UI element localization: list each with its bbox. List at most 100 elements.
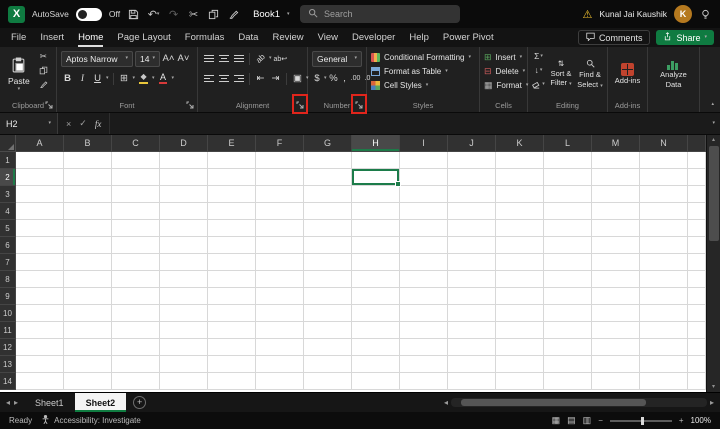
cell-G9[interactable]	[304, 288, 352, 305]
conditional-formatting-dropdown-icon[interactable]: ▾	[468, 55, 471, 60]
copy-button[interactable]	[37, 64, 50, 76]
decrease-indent-icon[interactable]: ⇤	[254, 71, 267, 86]
accounting-dropdown-icon[interactable]: ▾	[324, 76, 327, 81]
align-left-icon[interactable]	[202, 71, 215, 86]
undo-dropdown-icon[interactable]: ▾	[157, 12, 160, 17]
cell-H11[interactable]	[352, 322, 400, 339]
increase-decimal-button[interactable]: .00	[351, 71, 361, 86]
sheet-nav-left-icon[interactable]: ◂	[6, 398, 10, 407]
align-middle-icon[interactable]	[217, 51, 230, 66]
cell-E6[interactable]	[208, 237, 256, 254]
cell-G10[interactable]	[304, 305, 352, 322]
cell-H12[interactable]	[352, 339, 400, 356]
format-painter-button[interactable]	[37, 78, 50, 90]
font-color-button[interactable]: A	[157, 71, 170, 86]
sort-filter-button[interactable]: ⇅ Sort & Filter ▾	[548, 50, 574, 98]
cell-K1[interactable]	[496, 152, 544, 169]
copy-icon[interactable]	[207, 5, 220, 23]
cell-K12[interactable]	[496, 339, 544, 356]
cell-B13[interactable]	[64, 356, 112, 373]
sheet-nav-right-icon[interactable]: ▸	[14, 398, 18, 407]
cell-L6[interactable]	[544, 237, 592, 254]
formula-input[interactable]	[109, 113, 712, 134]
cell-A12[interactable]	[16, 339, 64, 356]
cell-N4[interactable]	[640, 203, 688, 220]
cell-H13[interactable]	[352, 356, 400, 373]
cell-J2[interactable]	[448, 169, 496, 186]
cell-I10[interactable]	[400, 305, 448, 322]
cell-M1[interactable]	[592, 152, 640, 169]
cell-A3[interactable]	[16, 186, 64, 203]
redo-icon[interactable]: ↷	[167, 5, 180, 23]
cell-C6[interactable]	[112, 237, 160, 254]
cell-F11[interactable]	[256, 322, 304, 339]
cell-D3[interactable]	[160, 186, 208, 203]
cell-D14[interactable]	[160, 373, 208, 390]
column-header-K[interactable]: K	[496, 135, 544, 152]
column-header-partial[interactable]	[688, 135, 706, 152]
column-header-E[interactable]: E	[208, 135, 256, 152]
cell-E8[interactable]	[208, 271, 256, 288]
cell-F7[interactable]	[256, 254, 304, 271]
cell-L14[interactable]	[544, 373, 592, 390]
borders-dropdown-icon[interactable]: ▾	[133, 76, 136, 81]
cell-N5[interactable]	[640, 220, 688, 237]
cell-K3[interactable]	[496, 186, 544, 203]
cell-I3[interactable]	[400, 186, 448, 203]
user-avatar[interactable]: K	[674, 5, 692, 23]
menu-tab-data[interactable]: Data	[231, 28, 265, 47]
cell-F4[interactable]	[256, 203, 304, 220]
cell-partial-4[interactable]	[688, 203, 706, 220]
cell-A4[interactable]	[16, 203, 64, 220]
column-header-G[interactable]: G	[304, 135, 352, 152]
cell-N8[interactable]	[640, 271, 688, 288]
cell-I14[interactable]	[400, 373, 448, 390]
cell-partial-8[interactable]	[688, 271, 706, 288]
cell-D10[interactable]	[160, 305, 208, 322]
font-dialog-launcher[interactable]	[186, 101, 194, 109]
cell-N13[interactable]	[640, 356, 688, 373]
align-bottom-icon[interactable]	[232, 51, 245, 66]
cell-A6[interactable]	[16, 237, 64, 254]
menu-tab-formulas[interactable]: Formulas	[178, 28, 232, 47]
cell-L9[interactable]	[544, 288, 592, 305]
cell-partial-14[interactable]	[688, 373, 706, 390]
italic-button[interactable]: I	[76, 71, 89, 86]
column-header-F[interactable]: F	[256, 135, 304, 152]
percent-style-button[interactable]: %	[329, 71, 339, 86]
cell-C9[interactable]	[112, 288, 160, 305]
cell-E5[interactable]	[208, 220, 256, 237]
cell-partial-7[interactable]	[688, 254, 706, 271]
cell-K13[interactable]	[496, 356, 544, 373]
name-box-dropdown-icon[interactable]: ▾	[48, 121, 51, 126]
cell-E9[interactable]	[208, 288, 256, 305]
cell-J1[interactable]	[448, 152, 496, 169]
cell-B1[interactable]	[64, 152, 112, 169]
cell-L4[interactable]	[544, 203, 592, 220]
cell-J8[interactable]	[448, 271, 496, 288]
row-header-11[interactable]: 11	[0, 322, 16, 339]
cancel-icon[interactable]: ×	[66, 119, 71, 129]
cell-B3[interactable]	[64, 186, 112, 203]
select-all-corner[interactable]	[0, 135, 16, 152]
name-box[interactable]: H2 ▾	[0, 113, 58, 134]
zoom-slider[interactable]	[610, 420, 672, 422]
column-header-H[interactable]: H	[352, 135, 400, 152]
insert-dropdown-icon[interactable]: ▾	[520, 55, 523, 60]
align-center-icon[interactable]	[217, 71, 230, 86]
cell-K9[interactable]	[496, 288, 544, 305]
cell-L5[interactable]	[544, 220, 592, 237]
row-header-1[interactable]: 1	[0, 152, 16, 169]
horizontal-scrollbar[interactable]: ◂ ▸	[438, 393, 720, 412]
insert-function-icon[interactable]: fx	[95, 119, 102, 129]
cell-N6[interactable]	[640, 237, 688, 254]
row-header-13[interactable]: 13	[0, 356, 16, 373]
cell-K14[interactable]	[496, 373, 544, 390]
cell-M5[interactable]	[592, 220, 640, 237]
cell-I4[interactable]	[400, 203, 448, 220]
cell-A13[interactable]	[16, 356, 64, 373]
cell-M2[interactable]	[592, 169, 640, 186]
cell-F13[interactable]	[256, 356, 304, 373]
cell-D7[interactable]	[160, 254, 208, 271]
paste-dropdown-icon[interactable]: ▾	[18, 87, 21, 92]
